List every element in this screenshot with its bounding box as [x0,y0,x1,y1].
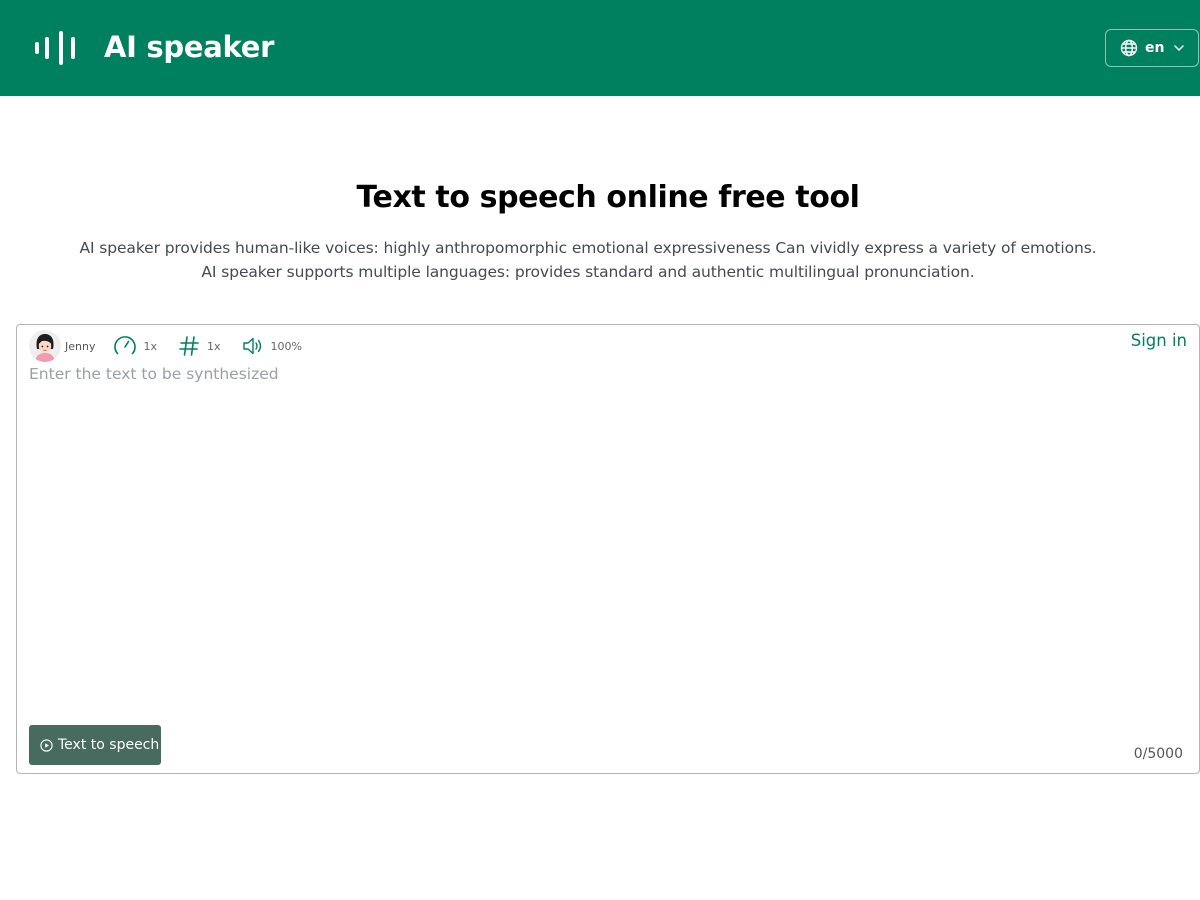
speed-value: 1x [143,339,157,353]
hash-icon [179,336,199,356]
text-to-speech-label: Text to speech [58,737,160,753]
page-title: Text to speech online free tool [356,180,860,215]
speed-control[interactable]: 1x [113,334,157,358]
text-input[interactable] [29,365,1179,705]
top-header: AI speaker en [0,0,1200,96]
pitch-control[interactable]: 1x [177,334,221,358]
play-circle-icon [40,738,53,752]
tts-editor: Jenny 1x 1x 100% Sign in Enter the text … [16,324,1200,774]
voice-avatar[interactable] [29,330,61,362]
app-title[interactable]: AI speaker [104,27,274,67]
voice-name[interactable]: Jenny [65,340,95,353]
editor-toolbar: Jenny 1x 1x 100% [29,329,322,363]
globe-icon [1120,39,1138,57]
speaker-icon [242,337,261,355]
chevron-down-icon [1174,45,1185,51]
volume-value: 100% [270,339,302,353]
avatar-image [29,330,61,362]
description-line-2: AI speaker supports multiple languages: … [201,263,975,281]
language-selector[interactable]: en [1105,29,1199,67]
speedometer-icon [114,336,137,355]
sound-wave-icon [35,31,75,65]
sign-in-link[interactable]: Sign in [1131,331,1187,350]
text-to-speech-button[interactable]: Text to speech [29,725,161,765]
language-label: en [1145,40,1165,56]
character-counter: 0/5000 [1133,746,1183,762]
volume-control[interactable]: 100% [241,334,302,358]
description-line-1: AI speaker provides human-like voices: h… [79,239,1097,257]
pitch-value: 1x [206,339,221,353]
